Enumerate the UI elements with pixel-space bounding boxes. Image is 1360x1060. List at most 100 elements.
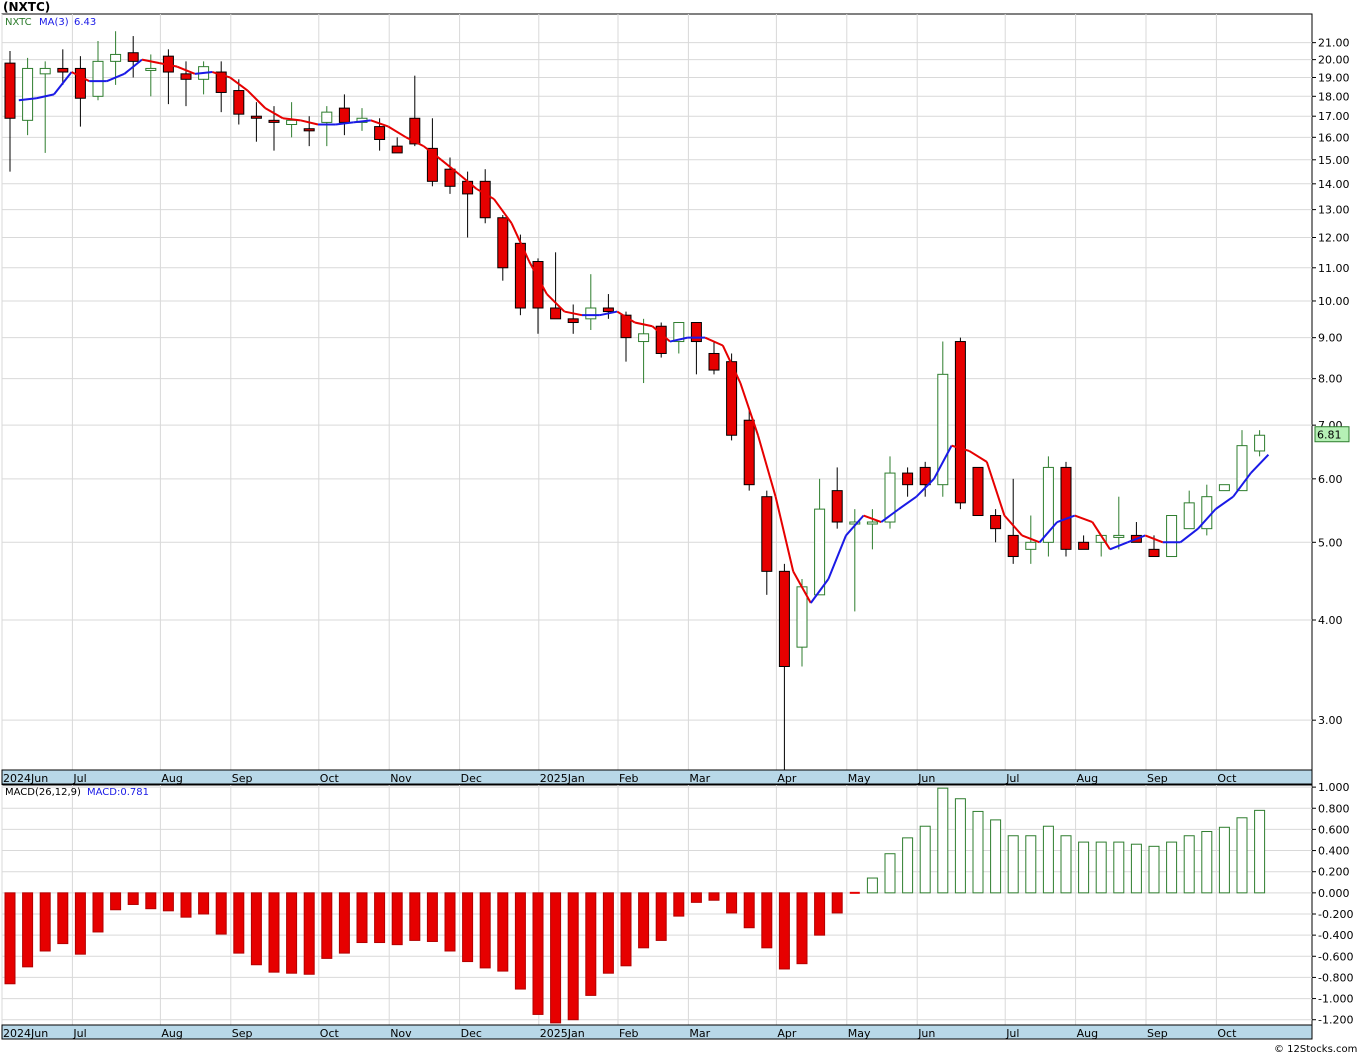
macd-bar <box>866 877 878 894</box>
price-y-tick-label: 15.00 <box>1318 154 1350 167</box>
macd-bar <box>514 892 526 990</box>
candle-body <box>585 307 597 320</box>
candle-body <box>127 52 139 62</box>
macd-bar <box>990 819 1002 894</box>
candle-body <box>919 466 931 486</box>
macd-bar <box>937 787 949 894</box>
macd-y-tick-label: -1.000 <box>1318 993 1353 1006</box>
macd-bar <box>479 892 491 969</box>
macd-y-tick-label: 0.600 <box>1318 823 1350 836</box>
macd-bar <box>409 892 421 941</box>
price-y-tick-label: 16.00 <box>1318 131 1350 144</box>
candle-body <box>1166 515 1178 558</box>
macd-legend-value: MACD:0.781 <box>87 787 149 798</box>
x-axis-month-label: 2024Jun <box>3 772 48 785</box>
macd-bar <box>57 892 69 945</box>
candle-body <box>866 521 878 525</box>
macd-bar <box>1078 841 1090 894</box>
candle-body <box>831 490 843 523</box>
candle-body <box>796 586 808 648</box>
macd-bar <box>585 892 597 996</box>
candle-body <box>1007 534 1019 558</box>
macd-bar <box>198 892 210 915</box>
macd-bar <box>426 892 438 942</box>
macd-bar <box>215 892 227 935</box>
candle-body <box>954 341 966 504</box>
price-y-tick-label: 12.00 <box>1318 231 1350 244</box>
macd-bar <box>338 892 350 954</box>
price-panel-frame <box>1 13 1313 771</box>
price-y-tick-label: 10.00 <box>1318 295 1350 308</box>
macd-bar <box>180 892 192 918</box>
candle-body <box>57 67 69 73</box>
candle-body <box>374 126 386 141</box>
candle-body <box>814 508 826 596</box>
price-y-tick-label: 19.00 <box>1318 71 1350 84</box>
macd-bar <box>4 892 16 985</box>
x-axis-month-label: 2025Jan <box>540 1027 585 1040</box>
macd-bar <box>92 892 104 933</box>
x-axis-month-label: Dec <box>461 772 482 785</box>
candle-body <box>1218 484 1230 492</box>
macd-bar <box>972 810 984 894</box>
candle-body <box>145 67 157 71</box>
macd-y-tick-label: 0.000 <box>1318 887 1350 900</box>
candle-body <box>902 472 914 486</box>
macd-y-tick-label: 0.200 <box>1318 866 1350 879</box>
candle-body <box>444 168 456 187</box>
macd-bar <box>1201 831 1213 894</box>
x-axis-month-label: 2024Jun <box>3 1027 48 1040</box>
candle-body <box>1183 502 1195 530</box>
macd-bar <box>919 825 931 894</box>
price-y-tick-label: 4.00 <box>1318 614 1343 627</box>
macd-bar <box>250 892 262 966</box>
macd-bar <box>884 853 896 894</box>
macd-bar <box>356 892 368 944</box>
macd-bar <box>127 892 139 905</box>
price-y-tick-label: 11.00 <box>1318 262 1350 275</box>
x-axis-month-label: Oct <box>1217 772 1237 785</box>
candle-body <box>92 60 104 97</box>
candle-body <box>1078 541 1090 550</box>
macd-bar <box>444 892 456 952</box>
x-axis-month-label: Sep <box>232 1027 253 1040</box>
candle-body <box>778 570 790 668</box>
x-axis-month-label: Dec <box>461 1027 482 1040</box>
price-legend-symbol: NXTC <box>5 17 32 28</box>
macd-bar <box>620 892 632 967</box>
candle-body <box>268 119 280 123</box>
candle-body <box>1025 541 1037 550</box>
macd-bar <box>1060 835 1072 894</box>
candle-body <box>743 419 755 486</box>
macd-bar <box>902 837 914 894</box>
chart-svg: (NXTC) 21.00 20.00 19.00 18.00 17.00 16.00 15.0… <box>1 0 1357 1055</box>
x-axis-month-label: Oct <box>320 772 340 785</box>
macd-y-tick-label: 0.800 <box>1318 802 1350 815</box>
x-axis-month-label: Jul <box>72 1027 86 1040</box>
macd-y-tick-label: -0.800 <box>1318 971 1353 984</box>
price-y-tick-label: 9.00 <box>1318 332 1343 345</box>
page-title: (NXTC) <box>3 0 50 14</box>
macd-bar <box>1113 841 1125 894</box>
candle-body <box>514 242 526 309</box>
x-axis-month-label: Nov <box>390 772 412 785</box>
macd-y-tick-label: -1.200 <box>1318 1014 1353 1027</box>
x-axis-month-label: Aug <box>1077 1027 1098 1040</box>
macd-bar <box>673 892 685 917</box>
x-axis-month-label: 2025Jan <box>540 772 585 785</box>
macd-bar <box>1236 817 1248 894</box>
candle-body <box>338 107 350 123</box>
x-axis-month-label: Jul <box>72 772 86 785</box>
x-axis-month-label: Sep <box>1147 772 1168 785</box>
price-y-tick-label: 17.00 <box>1318 110 1350 123</box>
x-axis-month-label: Feb <box>619 1027 638 1040</box>
macd-bar <box>233 892 245 954</box>
chart-root: (NXTC) 21.00 20.00 19.00 18.00 17.00 16.00 15.0… <box>0 0 1360 1056</box>
macd-y-tick-label: -0.600 <box>1318 950 1353 963</box>
candle-body <box>550 307 562 320</box>
candle-body <box>761 496 773 572</box>
macd-bar <box>1166 841 1178 894</box>
x-axis-month-label: Aug <box>161 1027 182 1040</box>
macd-bar <box>1042 825 1054 894</box>
x-axis-month-label: Aug <box>1077 772 1098 785</box>
